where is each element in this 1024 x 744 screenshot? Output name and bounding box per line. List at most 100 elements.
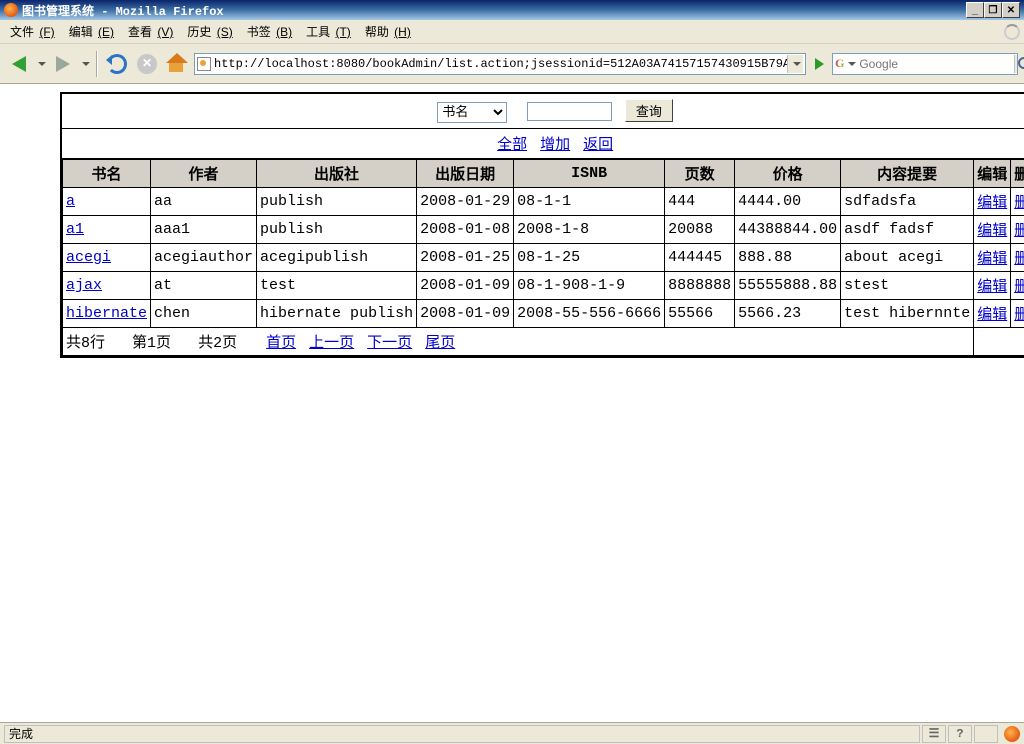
book-name-link[interactable]: a1: [66, 221, 84, 238]
col-author: 作者: [151, 160, 257, 188]
window-titlebar: 图书管理系统 - Mozilla Firefox _ ❐ ✕: [0, 0, 1024, 20]
col-price: 价格: [735, 160, 841, 188]
pager-total: 共8行: [66, 335, 105, 352]
search-keyword-input[interactable]: [527, 102, 612, 121]
stop-icon: ✕: [137, 54, 157, 74]
window-title: 图书管理系统 - Mozilla Firefox: [22, 2, 224, 19]
search-submit-icon[interactable]: [1014, 55, 1017, 73]
book-name-link[interactable]: a: [66, 193, 75, 210]
back-button[interactable]: [6, 51, 32, 77]
status-cell-2[interactable]: ?: [948, 725, 972, 743]
menu-view[interactable]: 查看 (V): [122, 21, 179, 42]
edit-link[interactable]: 编辑: [977, 195, 1007, 212]
status-text: 完成: [4, 725, 920, 743]
maximize-button[interactable]: ❐: [984, 2, 1002, 18]
url-bar[interactable]: [194, 53, 806, 75]
cell-author: aaa1: [151, 216, 257, 244]
col-isbn: ISNB: [514, 160, 665, 188]
cell-summary: sdfadsfa: [841, 188, 974, 216]
status-cell-1[interactable]: ☰: [922, 725, 946, 743]
edit-link[interactable]: 编辑: [977, 307, 1007, 324]
arrow-right-icon: [56, 56, 70, 72]
forward-dropdown-icon[interactable]: [82, 62, 90, 66]
col-summary: 内容提要: [841, 160, 974, 188]
cell-pages: 8888888: [665, 272, 735, 300]
cell-price: 5566.23: [735, 300, 841, 328]
pager-next[interactable]: 下一页: [367, 335, 412, 352]
delete-link[interactable]: 删除: [1014, 251, 1024, 268]
menu-history[interactable]: 历史 (S): [181, 21, 238, 42]
pager-current: 第1页: [132, 335, 171, 352]
edit-link[interactable]: 编辑: [977, 223, 1007, 240]
pager-prev[interactable]: 上一页: [309, 335, 354, 352]
url-input[interactable]: [214, 55, 787, 73]
link-all[interactable]: 全部: [497, 137, 527, 154]
search-input[interactable]: [859, 55, 1014, 73]
search-submit-button[interactable]: 查询: [625, 99, 673, 122]
cell-pubdate: 2008-01-09: [417, 300, 514, 328]
close-button[interactable]: ✕: [1002, 2, 1020, 18]
cell-author: aa: [151, 188, 257, 216]
reload-button[interactable]: [104, 51, 130, 77]
delete-link[interactable]: 删除: [1014, 307, 1024, 324]
menu-help[interactable]: 帮助 (H): [359, 21, 417, 42]
col-edit: 编辑: [974, 160, 1011, 188]
cell-publisher: acegipublish: [257, 244, 417, 272]
book-name-link[interactable]: acegi: [66, 249, 111, 266]
menu-edit[interactable]: 编辑 (E): [63, 21, 120, 42]
cell-publisher: hibernate publish: [257, 300, 417, 328]
col-publisher: 出版社: [257, 160, 417, 188]
delete-link[interactable]: 删除: [1014, 223, 1024, 240]
edit-link[interactable]: 编辑: [977, 279, 1007, 296]
cell-price: 888.88: [735, 244, 841, 272]
table-row: hibernatechenhibernate publish2008-01-09…: [63, 300, 1024, 328]
table-row: a1aaa1publish2008-01-082008-1-8200884438…: [63, 216, 1024, 244]
table-row: aaapublish2008-01-2908-1-14444444.00sdfa…: [63, 188, 1024, 216]
link-add[interactable]: 增加: [540, 137, 570, 154]
delete-link[interactable]: 删除: [1014, 279, 1024, 296]
window-controls: _ ❐ ✕: [966, 2, 1020, 18]
page-content: 书名 查询 全部 增加 返回 书名 作者 出版社 出版日期: [0, 84, 1024, 366]
firefox-status-icon: [1004, 726, 1020, 742]
pager-first[interactable]: 首页: [266, 335, 296, 352]
menu-tools[interactable]: 工具 (T): [300, 21, 357, 42]
engine-dropdown-icon[interactable]: [848, 62, 856, 66]
cell-price: 55555888.88: [735, 272, 841, 300]
cell-author: at: [151, 272, 257, 300]
status-bar: 完成 ☰ ?: [0, 722, 1024, 744]
stop-button[interactable]: ✕: [134, 51, 160, 77]
outer-table: 书名 查询 全部 增加 返回 书名 作者 出版社 出版日期: [60, 92, 1024, 358]
minimize-button[interactable]: _: [966, 2, 984, 18]
pager-row: 共8行 第1页 共2页 首页 上一页 下一页 尾页: [63, 328, 1024, 356]
menu-file[interactable]: 文件 (F): [4, 21, 61, 42]
home-button[interactable]: [164, 51, 190, 77]
cell-price: 44388844.00: [735, 216, 841, 244]
cell-pubdate: 2008-01-08: [417, 216, 514, 244]
search-field-select[interactable]: 书名: [437, 102, 507, 123]
book-name-link[interactable]: hibernate: [66, 305, 147, 322]
go-button[interactable]: [810, 55, 828, 73]
cell-pages: 20088: [665, 216, 735, 244]
book-name-link[interactable]: ajax: [66, 277, 102, 294]
cell-publisher: publish: [257, 188, 417, 216]
google-engine-icon[interactable]: G: [835, 55, 844, 73]
forward-button[interactable]: [50, 51, 76, 77]
cell-author: acegiauthor: [151, 244, 257, 272]
cell-price: 4444.00: [735, 188, 841, 216]
chevron-down-icon: [793, 62, 801, 66]
delete-link[interactable]: 删除: [1014, 195, 1024, 212]
url-history-dropdown[interactable]: [787, 55, 803, 73]
status-cell-3[interactable]: [974, 725, 998, 743]
back-dropdown-icon[interactable]: [38, 62, 46, 66]
link-back[interactable]: 返回: [583, 137, 613, 154]
search-box[interactable]: G: [832, 53, 1018, 75]
cell-isbn: 2008-1-8: [514, 216, 665, 244]
col-delete: 删除: [1011, 160, 1024, 188]
pager-last[interactable]: 尾页: [425, 335, 455, 352]
edit-link[interactable]: 编辑: [977, 251, 1007, 268]
cell-author: chen: [151, 300, 257, 328]
cell-pages: 444: [665, 188, 735, 216]
menu-bookmarks[interactable]: 书签 (B): [241, 21, 298, 42]
cell-summary: test hibernnte: [841, 300, 974, 328]
table-row: ajaxattest2008-01-0908-1-908-1-988888885…: [63, 272, 1024, 300]
